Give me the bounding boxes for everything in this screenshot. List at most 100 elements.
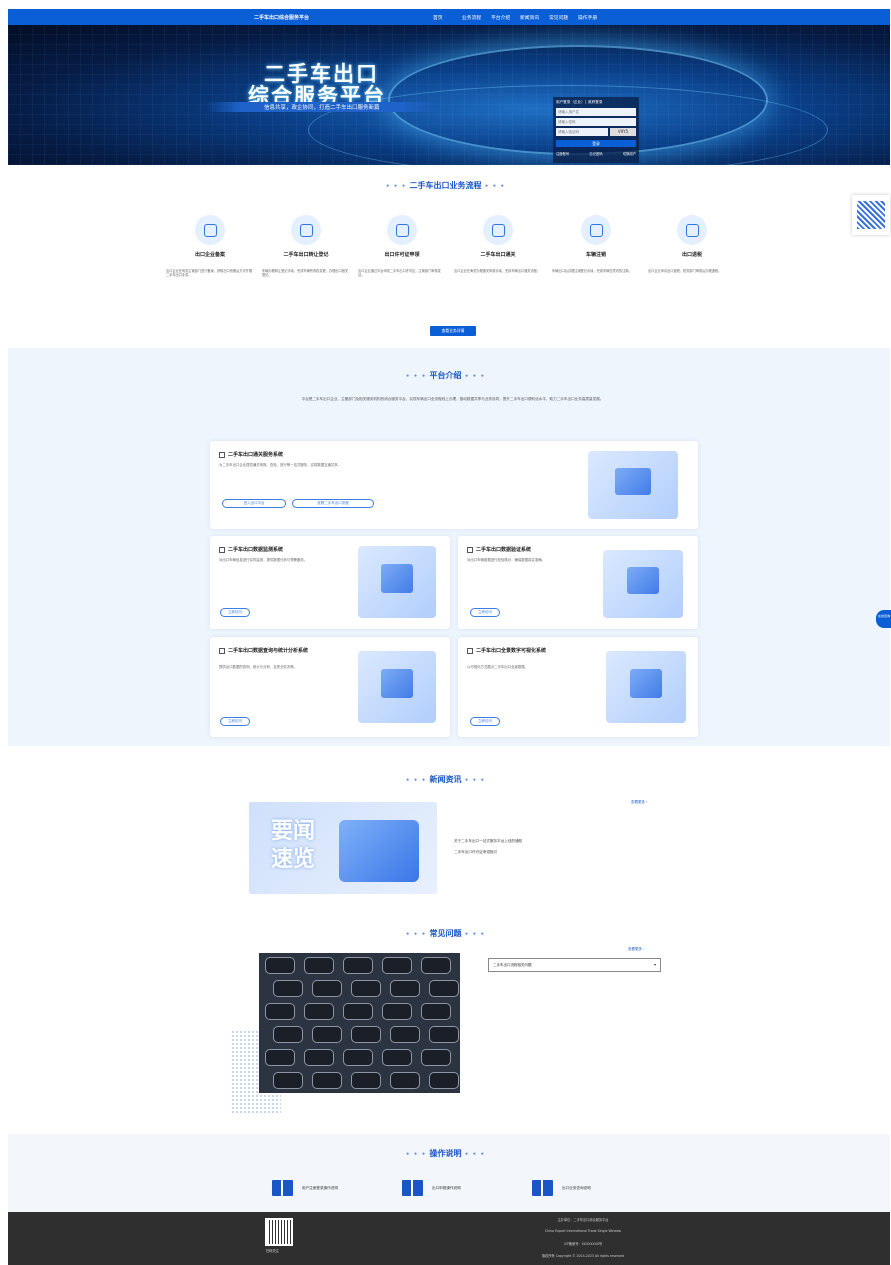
cancel-doc-icon (581, 215, 611, 245)
ops-item-label: 出口业务查询说明 (562, 1185, 591, 1190)
parked-car (265, 1049, 295, 1066)
parked-car (382, 957, 412, 974)
parked-car (429, 980, 459, 997)
hero-subtitle: 信息共享，政企协同，打造二手车出口服务新篇 (206, 102, 438, 112)
footer: 扫码关注 主办单位：二手车出口综合服务平台 China Export Inter… (8, 1212, 890, 1265)
card-desc: 提供出口数据的查询、统计与分析，支撑业务决策。 (219, 665, 297, 669)
signature-icon (387, 215, 417, 245)
parked-car (351, 1072, 381, 1089)
visit-button[interactable]: 立即访问 (220, 608, 250, 617)
process-step[interactable]: 出口退税 出口企业申请出口退税，税务部门审核后办理退税。 (648, 215, 736, 273)
parked-car (382, 1003, 412, 1020)
process-step[interactable]: 出口企业备案 出口企业在商务主管部门进行备案，获取出口资格后方可开展二手车出口业务… (166, 215, 254, 278)
step-name: 出口许可证申领 (384, 252, 420, 258)
login-button[interactable]: 登录 (556, 140, 636, 147)
screen-icon (467, 647, 473, 654)
step-desc: 出口企业申请出口退税，税务部门审核后办理退税。 (648, 269, 722, 273)
parked-car (382, 1049, 412, 1066)
news-item[interactable]: 二手车出口许可证申领指引 (454, 847, 522, 858)
visit-button[interactable]: 立即访问 (220, 717, 250, 726)
process-step[interactable]: 二手车出口通关 出口企业在海关办理通关申报手续，完成车辆出口通关流程。 (454, 215, 542, 273)
server-illustration (588, 451, 678, 519)
card-desc: 为二手车出口企业提供通关申报、查验、放行等一站式服务，实现数据互通共享。 (219, 463, 342, 467)
phone-illustration (339, 820, 419, 882)
parked-car (429, 1072, 459, 1089)
step-name: 二手车出口转让登记 (283, 252, 329, 258)
top-nav: 二手车出口综合服务平台 首页 业务流程 平台介绍 新闻资讯 常见问题 操作手册 (8, 9, 890, 25)
password-input[interactable] (556, 118, 636, 126)
nav-item-process[interactable]: 业务流程 (462, 14, 491, 21)
card-title-text: 二手车出口通关服务系统 (228, 452, 284, 458)
faq-section-title: • • • 常见问题 • • • (405, 929, 486, 938)
parked-car (343, 1003, 373, 1020)
nav-item-home[interactable]: 首页 (433, 14, 462, 21)
faq-select[interactable]: 二手车出口流程相关问题 ▾ (488, 958, 661, 972)
step-desc: 车辆办理转让登记手续，完成车辆所有权变更，办理出口相关登记。 (262, 269, 349, 278)
parked-car (304, 957, 334, 974)
nav-brand[interactable]: 二手车出口综合服务平台 (254, 14, 309, 21)
car-icon (483, 215, 513, 245)
news-item[interactable]: 关于二手车出口一站式服务平台上线的通知 (454, 836, 522, 847)
chevron-down-icon: ▾ (653, 962, 656, 967)
footer-line: China Export International Trade Single … (544, 1229, 622, 1233)
ops-item[interactable]: 出口业务查询说明 (532, 1180, 591, 1196)
nav-item-news[interactable]: 新闻资讯 (520, 14, 549, 21)
stats-illustration (358, 651, 436, 723)
enter-platform-button[interactable]: 进入出口平台 (222, 499, 286, 508)
parked-car (343, 957, 373, 974)
register-link[interactable]: 注册账号 (556, 151, 569, 156)
captcha-image[interactable]: V9Y5 (610, 128, 636, 136)
book-icon (532, 1180, 553, 1196)
switch-user-link[interactable]: 切换用户 (623, 151, 636, 156)
process-detail-button[interactable]: 查看业务详情 (430, 326, 476, 336)
ops-item[interactable]: 用户注册登录操作说明 (272, 1180, 338, 1196)
system-icon (219, 451, 225, 458)
parked-car (312, 1072, 342, 1089)
box-illustration (603, 550, 683, 618)
parked-car (312, 980, 342, 997)
news-banner-image[interactable]: 要闻速览 (249, 802, 437, 894)
captcha-row: V9Y5 (556, 128, 636, 138)
nav-item-faq[interactable]: 常见问题 (549, 14, 578, 21)
parked-car (265, 1003, 295, 1020)
process-step[interactable]: 二手车出口转让登记车辆办理转让登记手续，完成车辆所有权变更，办理出口相关登记。 (262, 215, 350, 278)
process-step[interactable]: 出口许可证申领 出口企业通过平台申领二手车出口许可证，主管部门审核发证。 (358, 215, 446, 278)
card-title: 二手车出口数据监测系统 (219, 546, 283, 553)
system-card-verify: 二手车出口数据验证系统 对出口车辆数据进行校验核对，确保数据真实准确。 立即访问 (458, 536, 698, 629)
process-step[interactable]: 车辆注销 车辆出口后办理注销登记手续，完成车辆在境内的注销。 (552, 215, 640, 273)
card-title: 二手车出口数据验证系统 (467, 546, 531, 553)
parked-car (351, 1026, 381, 1043)
parked-car (273, 980, 303, 997)
step-desc: 出口企业在商务主管部门进行备案，获取出口资格后方可开展二手车出口业务。 (166, 269, 253, 278)
ops-item-label: 出口申报操作说明 (432, 1185, 461, 1190)
faq-more-link[interactable]: 查看更多 › (628, 947, 645, 952)
ops-section (8, 1134, 890, 1212)
online-consult-button[interactable]: 在线咨询 (876, 610, 891, 628)
captcha-input[interactable] (556, 128, 608, 136)
visit-button[interactable]: 立即访问 (470, 717, 500, 726)
step-name: 二手车出口通关 (480, 252, 516, 258)
view-flow-button[interactable]: 查看二手车出口流程 (292, 499, 374, 508)
floating-qr-code[interactable] (852, 195, 890, 235)
card-desc: 对出口车辆信息进行实时监测，提供数据分析与预警服务。 (219, 558, 308, 562)
news-more-link[interactable]: 查看更多 › (631, 800, 648, 805)
login-title[interactable]: 用户登录（企业）│ 政府登录 (556, 100, 636, 105)
faq-title-text: 常见问题 (429, 929, 462, 938)
nav-item-manual[interactable]: 操作手册 (578, 14, 607, 21)
visit-button[interactable]: 立即访问 (470, 608, 500, 617)
ops-item[interactable]: 出口申报操作说明 (402, 1180, 461, 1196)
parked-car (421, 1049, 451, 1066)
username-input[interactable] (556, 108, 636, 116)
ops-item-label: 用户注册登录操作说明 (302, 1185, 338, 1190)
news-image-text: 要闻速览 (271, 819, 316, 872)
parked-car (265, 957, 295, 974)
verify-icon (467, 546, 473, 553)
nav-menu: 首页 业务流程 平台介绍 新闻资讯 常见问题 操作手册 (433, 14, 607, 21)
forgot-password-link[interactable]: 忘记密码 (589, 151, 602, 156)
parked-car (351, 980, 381, 997)
book-icon (402, 1180, 423, 1196)
login-links: 注册账号 忘记密码 切换用户 (556, 151, 636, 156)
card-desc: 以可视化方式展示二手车出口全景数据。 (467, 665, 529, 669)
nav-item-platform[interactable]: 平台介绍 (491, 14, 520, 21)
parked-car (421, 957, 451, 974)
